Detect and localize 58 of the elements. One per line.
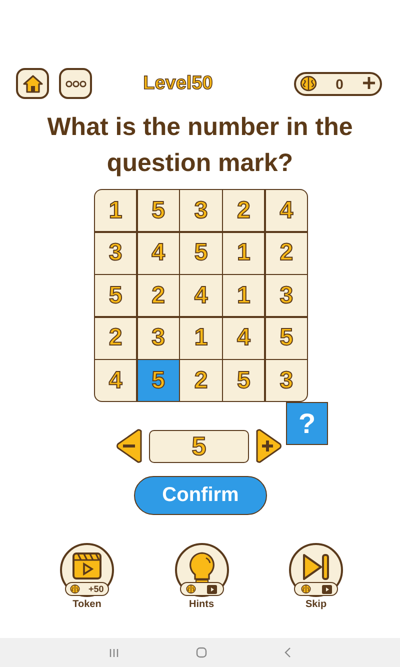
grid-cell[interactable]: 3 bbox=[180, 190, 222, 231]
token-button[interactable]: +50 bbox=[60, 543, 114, 597]
grid-cell[interactable]: 4 bbox=[266, 190, 307, 231]
increase-button[interactable] bbox=[255, 429, 283, 463]
grid-cell[interactable]: 5 bbox=[180, 232, 222, 274]
home-nav-icon[interactable] bbox=[196, 647, 207, 658]
grid-cell[interactable]: 1 bbox=[180, 318, 222, 358]
video-icon bbox=[322, 584, 332, 594]
confirm-button[interactable]: Confirm bbox=[134, 476, 267, 515]
grid-cell[interactable]: 2 bbox=[95, 318, 136, 358]
grid-cell[interactable]: 3 bbox=[95, 232, 136, 274]
grid-cell[interactable]: 2 bbox=[180, 360, 222, 401]
brain-icon bbox=[300, 75, 317, 92]
brain-icon bbox=[186, 584, 196, 594]
clapperboard-icon bbox=[72, 552, 102, 580]
more-button[interactable] bbox=[59, 68, 92, 99]
grid-cell[interactable]: 5 bbox=[138, 190, 179, 231]
recent-apps-icon[interactable] bbox=[108, 648, 119, 658]
grid-cell[interactable]: 2 bbox=[138, 275, 179, 316]
home-button[interactable] bbox=[16, 68, 49, 99]
powerup-label: Skip bbox=[305, 599, 327, 610]
grid-cell[interactable]: 3 bbox=[266, 360, 307, 401]
question-mark-tile: ? bbox=[286, 402, 328, 445]
level-title: Level50 bbox=[142, 72, 214, 94]
grid-cell[interactable]: 5 bbox=[138, 360, 179, 401]
decrease-button[interactable] bbox=[115, 429, 143, 463]
skip-button[interactable] bbox=[289, 543, 343, 597]
brain-icon bbox=[300, 584, 310, 594]
powerup-label: Hints bbox=[189, 599, 214, 610]
plus-icon bbox=[362, 76, 376, 90]
grid-cell[interactable]: 5 bbox=[95, 275, 136, 316]
minus-arrow-icon bbox=[115, 429, 143, 463]
video-icon bbox=[207, 584, 217, 594]
grid-cell[interactable]: 1 bbox=[95, 190, 136, 231]
coin-count: 0 bbox=[334, 76, 344, 92]
grid-cell[interactable]: 3 bbox=[138, 318, 179, 358]
plus-arrow-icon bbox=[255, 429, 283, 463]
powerup-label: Token bbox=[72, 599, 102, 610]
grid-cell[interactable]: 4 bbox=[95, 360, 136, 401]
grid-cell[interactable]: 4 bbox=[180, 275, 222, 316]
question-text: What is the number in the question mark? bbox=[46, 112, 354, 179]
grid-cell[interactable]: 3 bbox=[266, 275, 307, 316]
home-icon bbox=[22, 74, 44, 94]
back-icon[interactable] bbox=[284, 647, 292, 658]
reward-amount: +50 bbox=[88, 584, 104, 594]
grid-cell[interactable]: 1 bbox=[223, 275, 264, 316]
grid-cell[interactable]: 4 bbox=[138, 232, 179, 274]
grid-cell[interactable]: 4 bbox=[223, 318, 264, 358]
more-icon bbox=[64, 80, 86, 88]
hints-button[interactable] bbox=[174, 543, 228, 597]
grid-cell[interactable]: 2 bbox=[266, 232, 307, 274]
grid-cell[interactable]: 5 bbox=[223, 360, 264, 401]
grid-cell[interactable]: 5 bbox=[266, 318, 307, 358]
skip-icon bbox=[301, 552, 331, 582]
grid-cell[interactable]: 2 bbox=[223, 190, 264, 231]
brain-icon bbox=[70, 584, 80, 594]
grid-cell[interactable]: 1 bbox=[223, 232, 264, 274]
answer-field[interactable]: 5 bbox=[149, 430, 249, 462]
